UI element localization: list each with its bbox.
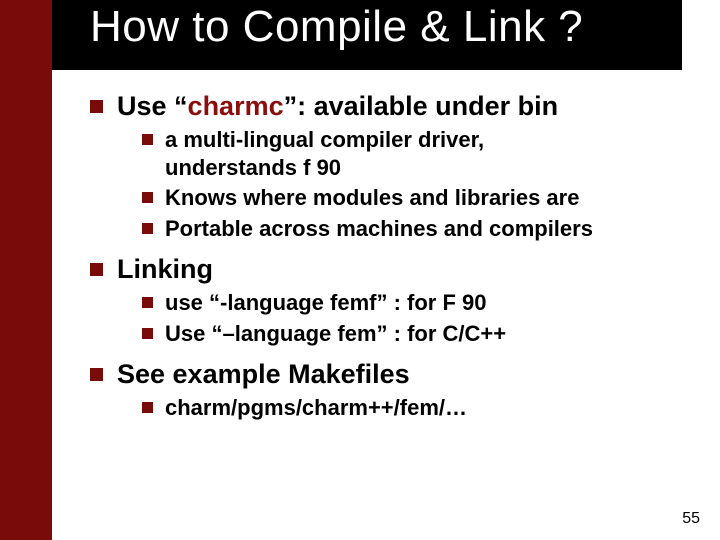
text-prefix: Use “: [117, 91, 188, 121]
square-bullet-icon: [90, 263, 103, 276]
bullet-level2: a multi-lingual compiler driver, underst…: [90, 126, 680, 181]
bullet-level2: use “-language femf” : for F 90: [90, 289, 680, 317]
square-bullet-icon: [90, 368, 103, 381]
slide-content: Use “charmc”: available under bin a mult…: [90, 85, 680, 423]
square-bullet-icon: [142, 328, 153, 339]
page-number: 55: [682, 510, 700, 528]
square-bullet-icon: [142, 223, 153, 234]
bullet-text: Knows where modules and libraries are: [165, 185, 579, 210]
bullet-text: a multi-lingual compiler driver,: [165, 127, 484, 152]
bullet-level2: Portable across machines and compilers: [90, 215, 680, 243]
bullet-text: Use “–language fem” : for C/C++: [165, 321, 506, 346]
square-bullet-icon: [142, 402, 153, 413]
bullet-level1: Linking: [90, 254, 680, 285]
text-suffix: ”: available under bin: [284, 91, 559, 121]
square-bullet-icon: [142, 297, 153, 308]
square-bullet-icon: [90, 100, 103, 113]
bullet-level1: Use “charmc”: available under bin: [90, 91, 680, 122]
slide: How to Compile & Link ? Use “charmc”: av…: [0, 0, 720, 540]
bullet-text: Linking: [117, 254, 213, 284]
bullet-text: Portable across machines and compilers: [165, 216, 593, 241]
slide-title: How to Compile & Link ?: [90, 2, 583, 52]
bullet-text: charm/pgms/charm++/fem/…: [165, 395, 467, 420]
left-accent-bar: [0, 0, 52, 540]
bullet-text-cont: understands f 90: [142, 154, 680, 182]
bullet-level2: Knows where modules and libraries are: [90, 184, 680, 212]
text-accent: charmc: [188, 91, 284, 121]
bullet-level1: See example Makefiles: [90, 359, 680, 390]
bullet-text: use “-language femf” : for F 90: [165, 290, 487, 315]
square-bullet-icon: [142, 134, 153, 145]
bullet-level2: Use “–language fem” : for C/C++: [90, 320, 680, 348]
square-bullet-icon: [142, 192, 153, 203]
bullet-text: See example Makefiles: [117, 359, 410, 389]
bullet-level2: charm/pgms/charm++/fem/…: [90, 394, 680, 422]
